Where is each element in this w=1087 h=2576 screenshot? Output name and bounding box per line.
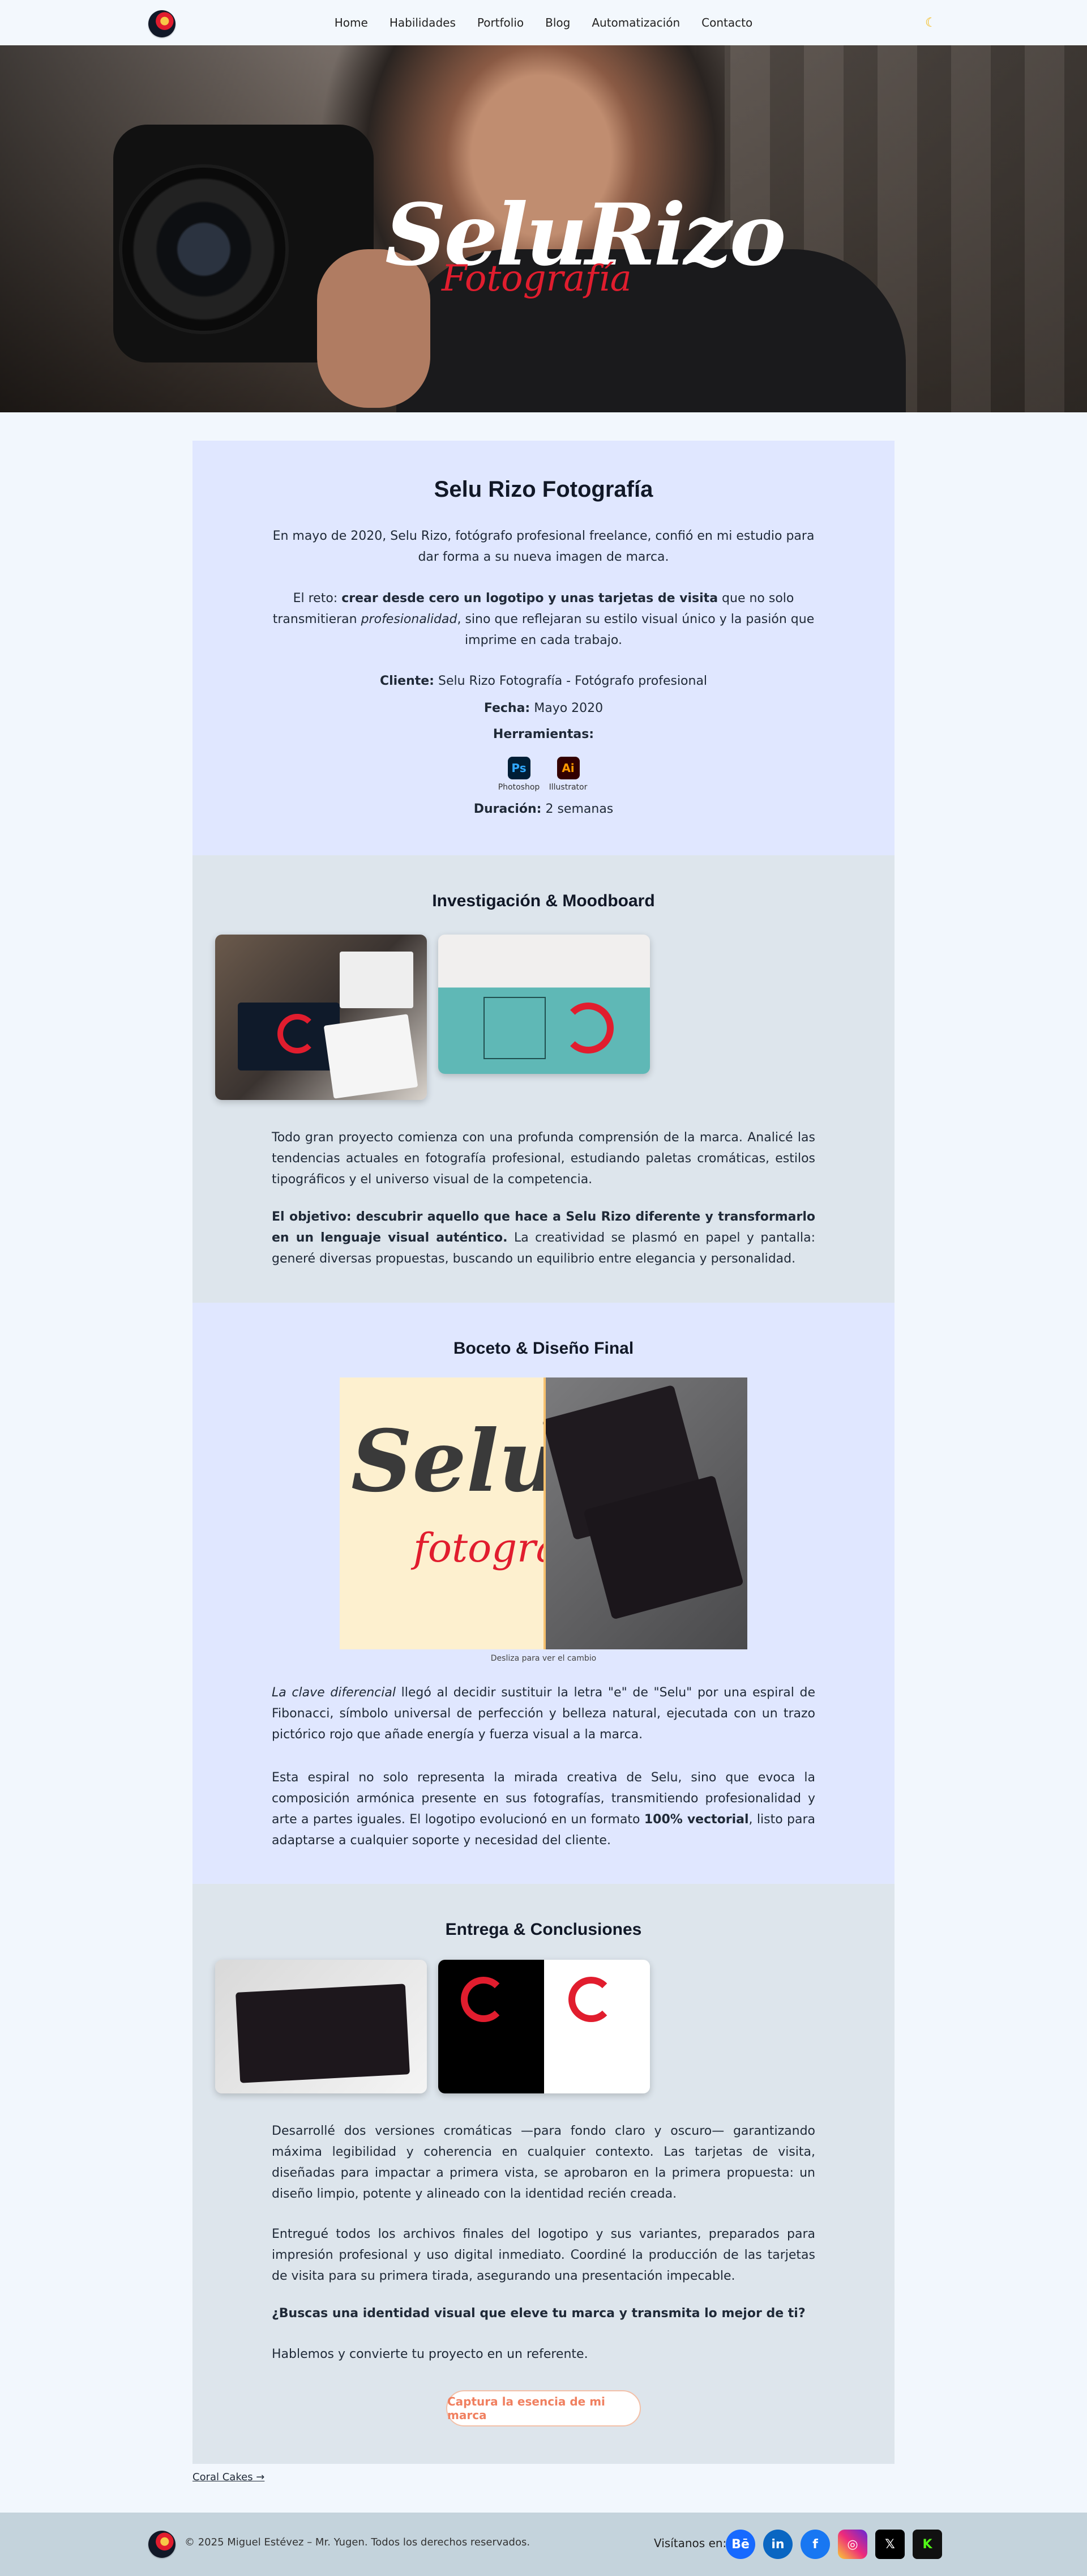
nav-item-portfolio[interactable]: Portfolio (477, 16, 524, 29)
tools-list: Ps Photoshop Ai Illustrator (192, 757, 895, 793)
tools-info: Herramientas: (192, 727, 895, 741)
delivery-image-logo-versions[interactable] (438, 1960, 650, 2093)
duration-info: Duración: 2 semanas (192, 802, 895, 816)
facebook-icon[interactable]: f (801, 2530, 830, 2559)
text: El reto: (293, 591, 342, 605)
camera-lens (119, 164, 289, 334)
date-label: Fecha: (483, 701, 530, 715)
x-icon[interactable]: 𝕏 (875, 2530, 905, 2559)
instagram-icon[interactable]: ◎ (838, 2530, 867, 2559)
before-after-slider[interactable]: Selu fotografía (340, 1377, 747, 1649)
final-after-panel (542, 1377, 747, 1649)
nav-item-contacto[interactable]: Contacto (701, 16, 752, 29)
spiral-icon (461, 1977, 506, 2022)
duration-value: 2 semanas (545, 802, 614, 816)
hero-brand-logo: SeluRizo Fotografía (385, 193, 786, 323)
footer: © 2025 Miguel Estévez – Mr. Yugen. Todos… (0, 2513, 1087, 2576)
sketch-section: Boceto & Diseño Final Selu fotografía De… (192, 1303, 895, 1884)
client-label: Cliente: (379, 674, 434, 688)
moodboard-image-laptop[interactable] (215, 935, 427, 1100)
hero-brand-sub: Fotografía (442, 258, 632, 300)
illustrator-icon: Ai (557, 757, 580, 779)
sketch-card (323, 1014, 418, 1099)
intro-section: Selu Rizo Fotografía En mayo de 2020, Se… (192, 441, 895, 855)
moon-icon[interactable]: ☾ (925, 16, 936, 30)
text-bold: crear desde cero un logotipo y unas tarj… (341, 591, 718, 605)
research-section: Investigación & Moodboard Todo gran proy… (192, 855, 895, 1303)
tool-name: Illustrator (549, 783, 588, 792)
fibonacci-grid (483, 997, 546, 1059)
text-emphasis: profesionalidad (361, 612, 457, 626)
linkedin-icon[interactable]: in (763, 2530, 793, 2559)
client-info: Cliente: Selu Rizo Fotografía - Fotógraf… (192, 674, 895, 688)
intro-paragraph-2: El reto: crear desde cero un logotipo y … (272, 588, 815, 651)
duration-label: Duración: (473, 802, 542, 816)
delivery-paragraph-1: Desarrollé dos versiones cromáticas —par… (272, 2124, 815, 2201)
moodboard-image-fibonacci[interactable] (438, 935, 650, 1074)
page-title: Selu Rizo Fotografía (434, 477, 653, 502)
slider-handle[interactable] (544, 1377, 546, 1649)
copyright-text: © 2025 Miguel Estévez – Mr. Yugen. Todos… (185, 2536, 530, 2548)
spiral-icon (277, 1014, 317, 1054)
business-card (236, 1984, 410, 2083)
spiral-icon (563, 1003, 614, 1054)
text-emphasis: La clave diferencial (272, 1686, 396, 1700)
main-nav: Home Habilidades Portfolio Blog Automati… (0, 0, 1087, 45)
text: , sino que reflejaran su estilo visual ú… (457, 612, 815, 647)
sketch-brand: Selu (351, 1411, 560, 1511)
delivery-section: Entrega & Conclusiones Desarrollé dos ve… (192, 1884, 895, 2464)
section-title: Boceto & Diseño Final (453, 1339, 634, 1358)
top-navigation-bar: Home Habilidades Portfolio Blog Automati… (0, 0, 1087, 45)
nav-item-home[interactable]: Home (335, 16, 368, 29)
kick-icon[interactable]: K (913, 2530, 942, 2559)
behance-icon[interactable]: Bē (726, 2530, 755, 2559)
nav-item-automatizacion[interactable]: Automatización (592, 16, 680, 29)
logo-samples (340, 952, 413, 1008)
sketch-before-panel: Selu fotografía (340, 1377, 610, 1649)
text-bold: 100% vectorial (644, 1812, 749, 1827)
date-info: Fecha: Mayo 2020 (192, 701, 895, 715)
research-paragraph-1: Todo gran proyecto comienza con una prof… (272, 1131, 815, 1187)
next-project-link[interactable]: Coral Cakes → (192, 2471, 264, 2483)
tool-name: Photoshop (498, 783, 540, 792)
spiral-icon (568, 1977, 614, 2022)
project-case-study: Selu Rizo Fotografía En mayo de 2020, Se… (192, 441, 895, 2464)
delivery-paragraph-2: Entregué todos los archivos finales del … (272, 2227, 815, 2283)
sketch-paragraph-1: La clave diferencial llegó al decidir su… (272, 1682, 815, 1745)
footer-logo-icon[interactable] (148, 2531, 176, 2558)
section-title: Entrega & Conclusiones (445, 1920, 642, 1939)
research-paragraph-2: El objetivo: descubrir aquello que hace … (272, 1206, 815, 1269)
hero-banner: SeluRizo Fotografía (0, 45, 1087, 412)
sketch-paragraph-2: Esta espiral no solo representa la mirad… (272, 1767, 815, 1851)
date-value: Mayo 2020 (534, 701, 604, 715)
photoshop-tool: Ps Photoshop (497, 757, 542, 792)
nav-item-habilidades[interactable]: Habilidades (390, 16, 456, 29)
tools-label: Herramientas: (493, 727, 594, 741)
nav-item-blog[interactable]: Blog (545, 16, 570, 29)
slider-caption: Desliza para ver el cambio (490, 1654, 597, 1663)
illustrator-tool: Ai Illustrator (546, 757, 591, 792)
section-title: Investigación & Moodboard (432, 892, 655, 910)
social-label: Visítanos en: (654, 2536, 727, 2550)
cta-button[interactable]: Captura la esencia de mi marca (446, 2390, 641, 2426)
delivery-question: ¿Buscas una identidad visual que eleve t… (272, 2306, 806, 2321)
photoshop-icon: Ps (507, 757, 530, 779)
client-value: Selu Rizo Fotografía - Fotógrafo profesi… (438, 674, 708, 688)
delivery-paragraph-3: Hablemos y convierte tu proyecto en un r… (272, 2347, 588, 2361)
intro-paragraph-1: En mayo de 2020, Selu Rizo, fotógrafo pr… (272, 529, 815, 564)
delivery-image-cards[interactable] (215, 1960, 427, 2093)
